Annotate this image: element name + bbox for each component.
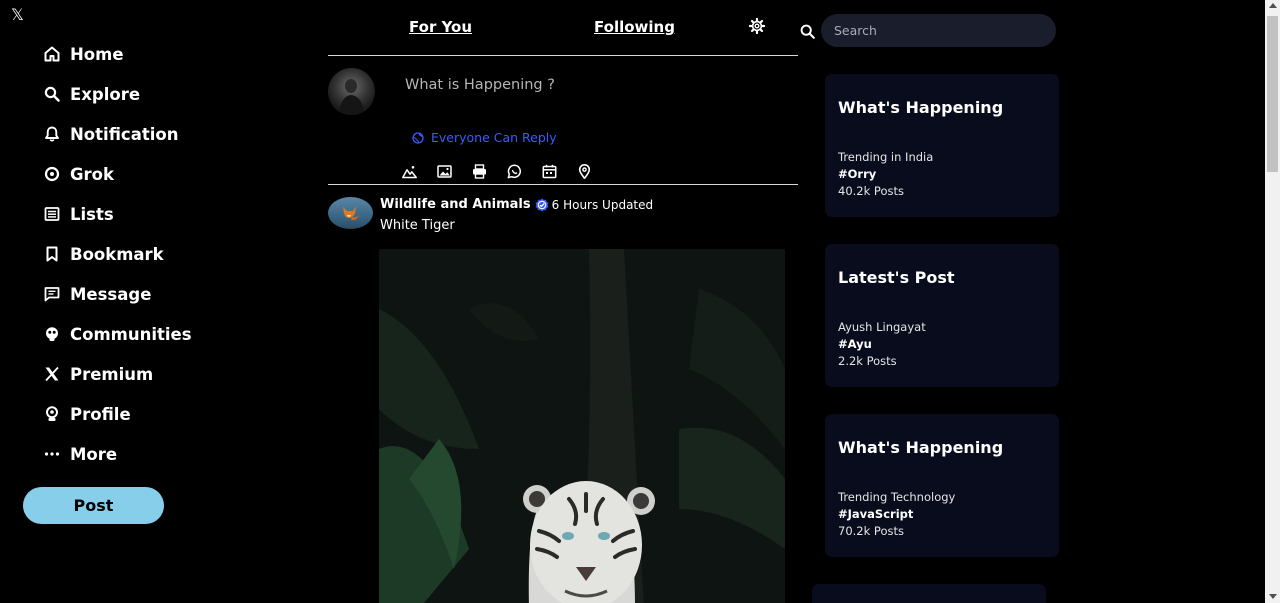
card-subtitle: Trending Technology <box>838 490 956 504</box>
card-hashtag[interactable]: #Ayu <box>838 337 872 351</box>
bell-icon <box>44 126 60 142</box>
composer-avatar[interactable] <box>328 68 375 115</box>
bookmark-icon <box>44 246 60 262</box>
sidebar-item-label: Bookmark <box>70 244 164 264</box>
sidebar-item-label: Lists <box>70 204 114 224</box>
grok-icon <box>44 166 60 182</box>
poll-icon[interactable] <box>506 163 523 180</box>
sidebar-item-message[interactable]: Message <box>44 274 192 314</box>
post-image-white-tiger[interactable] <box>379 249 785 603</box>
reply-setting[interactable]: Everyone Can Reply <box>412 130 557 145</box>
sidebar-item-communities[interactable]: Communities <box>44 314 192 354</box>
globe-icon <box>412 131 424 144</box>
feed-tabs: For You Following <box>328 0 798 56</box>
profile-icon <box>44 406 60 422</box>
card-post-count: 70.2k Posts <box>838 524 904 538</box>
image-icon[interactable] <box>436 163 453 180</box>
post-timestamp: 6 Hours Updated <box>551 197 654 212</box>
list-icon <box>44 206 60 222</box>
sidebar-item-label: More <box>70 444 118 464</box>
sidebar-item-label: Profile <box>70 404 131 424</box>
scrollbar-thumb[interactable] <box>1267 16 1278 172</box>
sidebar-item-bookmark[interactable]: Bookmark <box>44 234 192 274</box>
trend-card[interactable]: What's Happening Trending Technology #Ja… <box>825 414 1059 557</box>
trend-card-partial[interactable] <box>812 584 1046 603</box>
scroll-down-arrow-icon[interactable] <box>1269 594 1277 599</box>
sidebar-item-home[interactable]: Home <box>44 34 192 74</box>
trend-card[interactable]: Latest's Post Ayush Lingayat #Ayu 2.2k P… <box>825 244 1059 387</box>
sidebar-item-label: Notification <box>70 124 179 144</box>
post-text: White Tiger <box>380 218 455 233</box>
card-subtitle: Trending in India <box>838 150 934 164</box>
sidebar-item-grok[interactable]: Grok <box>44 154 192 194</box>
white-tiger-image <box>379 249 785 603</box>
card-title: Latest's Post <box>838 268 955 287</box>
sidebar-item-label: Communities <box>70 324 192 344</box>
sidebar-item-profile[interactable]: Profile <box>44 394 192 434</box>
sidebar-item-lists[interactable]: Lists <box>44 194 192 234</box>
sidebar-item-more[interactable]: More <box>44 434 192 474</box>
sidebar-nav: Home Explore Notification Grok Lists Boo… <box>44 34 192 474</box>
sidebar-item-explore[interactable]: Explore <box>44 74 192 114</box>
tab-for-you[interactable]: For You <box>409 18 472 36</box>
card-title: What's Happening <box>838 438 1004 457</box>
post-author-name[interactable]: Wildlife and Animals <box>380 197 531 212</box>
sidebar-item-label: Message <box>70 284 152 304</box>
post-header: Wildlife and Animals 6 Hours Updated <box>380 197 653 212</box>
compose-toolbar <box>401 163 611 180</box>
page-scrollbar[interactable] <box>1265 0 1280 603</box>
card-post-count: 40.2k Posts <box>838 184 904 198</box>
reply-setting-label: Everyone Can Reply <box>431 130 557 145</box>
post-button[interactable]: Post <box>23 487 164 524</box>
schedule-icon[interactable] <box>541 163 558 180</box>
card-hashtag[interactable]: #JavaScript <box>838 507 913 521</box>
gif-icon[interactable] <box>471 163 488 180</box>
sidebar-item-notification[interactable]: Notification <box>44 114 192 154</box>
compose-input[interactable] <box>405 74 785 96</box>
search-input[interactable] <box>821 14 1056 47</box>
sidebar-item-label: Explore <box>70 84 141 104</box>
communities-icon <box>44 326 60 342</box>
scroll-up-arrow-icon[interactable] <box>1269 3 1277 8</box>
sidebar-item-label: Grok <box>70 164 114 184</box>
trend-card[interactable]: What's Happening Trending in India #Orry… <box>825 74 1059 217</box>
verified-badge-icon <box>535 198 549 211</box>
card-hashtag[interactable]: #Orry <box>838 167 876 181</box>
sidebar-item-label: Home <box>70 44 124 64</box>
card-title: What's Happening <box>838 98 1004 117</box>
message-icon <box>44 286 60 302</box>
location-icon[interactable] <box>576 163 593 180</box>
card-subtitle: Ayush Lingayat <box>838 320 926 334</box>
tab-following[interactable]: Following <box>594 18 675 36</box>
post-author-avatar[interactable] <box>328 197 373 229</box>
media-icon[interactable] <box>401 163 418 180</box>
x-icon <box>44 366 60 382</box>
home-icon <box>44 46 60 62</box>
composer-divider <box>328 184 798 185</box>
gear-icon[interactable] <box>749 18 765 34</box>
search-icon <box>44 86 60 102</box>
search-icon[interactable] <box>800 24 815 39</box>
card-post-count: 2.2k Posts <box>838 354 897 368</box>
fox-image <box>343 206 359 221</box>
x-logo[interactable]: 𝕏 <box>11 7 27 23</box>
app-page: 𝕏 Home Explore Notification Grok Lists B… <box>0 0 1280 603</box>
sidebar-item-premium[interactable]: Premium <box>44 354 192 394</box>
more-icon <box>44 446 60 462</box>
sidebar-item-label: Premium <box>70 364 154 384</box>
